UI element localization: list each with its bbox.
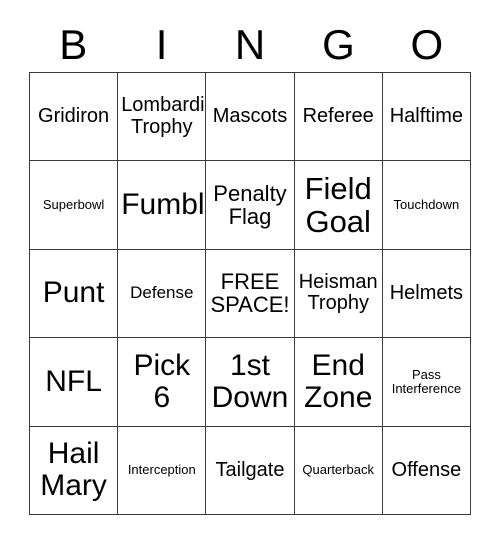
bingo-cell-r4c2[interactable]: Pick 6 <box>118 338 207 427</box>
bingo-header-letter-n: N <box>234 21 266 68</box>
bingo-cell-r5c5[interactable]: Offense <box>382 426 471 515</box>
bingo-cell-r3c1[interactable]: Punt <box>30 249 119 339</box>
bingo-cell-r4c4[interactable]: End Zone <box>294 338 383 427</box>
bingo-cell-label: Quarterback <box>302 462 374 478</box>
bingo-cell-label: Heisman Trophy <box>298 271 378 315</box>
bingo-card: B I N G O Gridiron Lombardi Trophy Masco… <box>0 0 500 544</box>
bingo-cell-label: Halftime <box>389 105 464 127</box>
bingo-cell-label: End Zone <box>304 348 373 414</box>
bingo-cell-r5c1[interactable]: Hail Mary <box>30 426 119 515</box>
bingo-cell-r2c1[interactable]: Superbowl <box>30 161 119 250</box>
bingo-cell-label: Gridiron <box>38 105 110 127</box>
bingo-cell-label: NFL <box>45 364 102 398</box>
bingo-cell-r1c3[interactable]: Mascots <box>206 73 295 162</box>
bingo-cell-r1c5[interactable]: Halftime <box>382 73 471 162</box>
bingo-cell-r2c4[interactable]: Field Goal <box>294 161 383 250</box>
bingo-cell-label: Mascots <box>212 105 288 127</box>
bingo-cell-label: Tailgate <box>215 458 285 481</box>
bingo-cell-r1c4[interactable]: Referee <box>294 73 383 162</box>
bingo-cell-label: Superbowl <box>42 197 105 213</box>
bingo-cell-label: Hail Mary <box>40 437 107 503</box>
bingo-cell-label: 1st Down <box>211 348 289 414</box>
bingo-cell-r5c3[interactable]: Tailgate <box>206 426 295 515</box>
bingo-cell-label: Referee <box>302 105 374 127</box>
bingo-header-letter-g: G <box>322 21 355 68</box>
bingo-cell-label: Fumble <box>121 188 205 222</box>
bingo-cell-label: Pick 6 <box>133 348 191 414</box>
bingo-cell-free-space[interactable]: FREE SPACE! <box>206 249 295 339</box>
bingo-cell-label: Touchdown <box>393 197 460 213</box>
bingo-cell-r2c5[interactable]: Touchdown <box>382 161 471 250</box>
bingo-cell-label: Penalty Flag <box>213 180 287 230</box>
bingo-cell-label: Pass Interference <box>391 366 462 396</box>
bingo-cell-r5c4[interactable]: Quarterback <box>294 426 383 515</box>
bingo-cell-label: Offense <box>391 458 462 481</box>
bingo-cell-label: Field Goal <box>304 170 372 240</box>
bingo-free-space-label: FREE SPACE! <box>210 268 290 318</box>
bingo-header-row: B I N G O <box>29 18 471 72</box>
bingo-cell-label: Interception <box>127 462 196 478</box>
bingo-header-letter-b: B <box>59 21 88 68</box>
bingo-cell-r3c2[interactable]: Defense <box>118 249 207 339</box>
bingo-header-letter-o: O <box>410 21 444 68</box>
bingo-grid: Gridiron Lombardi Trophy Mascots Referee… <box>29 72 471 515</box>
bingo-header-letter-i: I <box>155 21 168 68</box>
bingo-cell-r1c2[interactable]: Lombardi Trophy <box>118 73 207 162</box>
bingo-cell-r2c3[interactable]: Penalty Flag <box>206 161 295 250</box>
bingo-cell-r4c3[interactable]: 1st Down <box>206 338 295 427</box>
bingo-cell-r5c2[interactable]: Interception <box>118 426 207 515</box>
bingo-cell-r2c2[interactable]: Fumble <box>118 161 207 250</box>
bingo-cell-r3c5[interactable]: Helmets <box>382 249 471 339</box>
bingo-cell-r3c4[interactable]: Heisman Trophy <box>294 249 383 339</box>
bingo-cell-label: Helmets <box>389 281 464 304</box>
bingo-cell-r1c1[interactable]: Gridiron <box>30 73 119 162</box>
bingo-cell-r4c5[interactable]: Pass Interference <box>382 338 471 427</box>
bingo-cell-label: Defense <box>130 283 194 303</box>
bingo-cell-label: Punt <box>42 276 105 310</box>
bingo-cell-r4c1[interactable]: NFL <box>30 338 119 427</box>
bingo-cell-label: Lombardi Trophy <box>121 94 205 138</box>
